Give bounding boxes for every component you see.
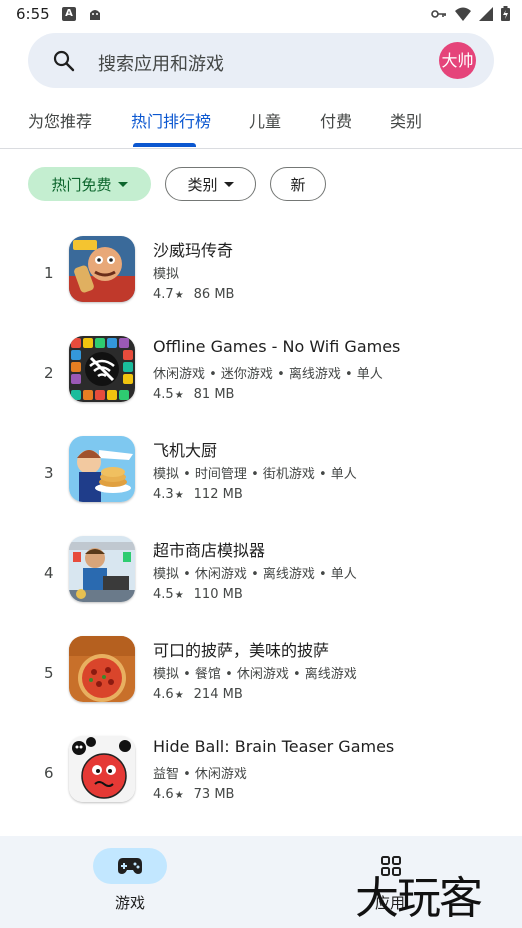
chip-top-free[interactable]: 热门免费 bbox=[28, 167, 151, 201]
rating-value: 4.5 bbox=[153, 387, 174, 402]
list-item[interactable]: 3 飞机大厨 模拟 • 时间管理 • 街机游戏 • 单人 4.3★ 112 MB bbox=[0, 436, 522, 536]
chevron-down-icon bbox=[117, 181, 128, 187]
status-time: 6:55 bbox=[16, 5, 50, 23]
app-categories: 模拟 • 餐馆 • 休闲游戏 • 离线游戏 bbox=[153, 667, 357, 682]
tab-recommended[interactable]: 为您推荐 bbox=[28, 108, 92, 132]
star-icon: ★ bbox=[174, 490, 184, 501]
nav-games-button[interactable] bbox=[93, 848, 167, 884]
airplane-chef-icon bbox=[69, 436, 135, 502]
app-title: Hide Ball: Brain Teaser Games bbox=[153, 737, 395, 756]
watermark-logo: 大玩客 bbox=[355, 873, 483, 924]
rating-value: 4.5 bbox=[153, 587, 174, 602]
chip-category-label: 类别 bbox=[187, 175, 218, 194]
star-icon: ★ bbox=[174, 690, 184, 701]
app-meta: 4.6★ 214 MB bbox=[153, 687, 243, 702]
rating-value: 4.6 bbox=[153, 687, 174, 702]
offline-games-icon bbox=[69, 336, 135, 402]
star-icon: ★ bbox=[174, 390, 184, 401]
rating-value: 4.3 bbox=[153, 487, 174, 502]
tab-kids[interactable]: 儿童 bbox=[249, 108, 281, 132]
app-categories: 益智 • 休闲游戏 bbox=[153, 767, 247, 782]
star-icon: ★ bbox=[174, 290, 184, 301]
list-item[interactable]: 4 超市商店模拟器 模拟 • 休闲游戏 • 离线游戏 • 单人 4.5★ 110 … bbox=[0, 536, 522, 636]
app-meta: 4.5★ 110 MB bbox=[153, 587, 243, 602]
app-title: 沙威玛传奇 bbox=[153, 241, 234, 260]
star-icon: ★ bbox=[174, 790, 184, 801]
supermarket-simulator-icon bbox=[69, 536, 135, 602]
list-item[interactable]: 2 Offline Games - No Wifi Games 休闲游戏 • 迷… bbox=[0, 336, 522, 436]
rank-number: 5 bbox=[44, 664, 54, 682]
rank-number: 3 bbox=[44, 464, 54, 482]
chip-top-free-label: 热门免费 bbox=[51, 175, 112, 194]
tab-categories[interactable]: 类别 bbox=[390, 108, 422, 132]
app-title: Offline Games - No Wifi Games bbox=[153, 337, 401, 356]
status-icons bbox=[431, 6, 510, 21]
avatar[interactable]: 大帅 bbox=[439, 42, 476, 79]
app-title: 可口的披萨，美味的披萨 bbox=[153, 641, 330, 660]
app-meta: 4.6★ 73 MB bbox=[153, 787, 234, 802]
app-categories: 休闲游戏 • 迷你游戏 • 离线游戏 • 单人 bbox=[153, 367, 383, 382]
rank-number: 1 bbox=[44, 264, 54, 282]
notification-a-icon: A bbox=[62, 7, 76, 21]
rating-value: 4.7 bbox=[153, 287, 174, 302]
hide-ball-icon bbox=[69, 736, 135, 802]
list-item[interactable]: 5 可口的披萨，美味的披萨 模拟 • 餐馆 • 休闲游戏 • 离线游戏 4.6★… bbox=[0, 636, 522, 736]
active-tab-indicator bbox=[133, 143, 196, 147]
rank-number: 4 bbox=[44, 564, 54, 582]
list-item[interactable]: 6 Hide Ball: Brain Teaser Games 益智 • 休闲游… bbox=[0, 736, 522, 836]
app-meta: 4.7★ 86 MB bbox=[153, 287, 234, 302]
battery-icon bbox=[501, 6, 510, 21]
app-size: 214 MB bbox=[193, 687, 243, 702]
app-categories: 模拟 • 时间管理 • 街机游戏 • 单人 bbox=[153, 467, 357, 482]
rank-number: 2 bbox=[44, 364, 54, 382]
chip-new-label: 新 bbox=[290, 175, 306, 194]
search-placeholder[interactable]: 搜索应用和游戏 bbox=[98, 50, 224, 76]
app-title: 飞机大厨 bbox=[153, 441, 218, 460]
rank-number: 6 bbox=[44, 764, 54, 782]
search-bar[interactable]: 搜索应用和游戏 大帅 bbox=[28, 33, 494, 88]
star-icon: ★ bbox=[174, 590, 184, 601]
gamepad-icon bbox=[118, 858, 142, 874]
chevron-down-icon bbox=[223, 181, 234, 187]
chip-category[interactable]: 类别 bbox=[165, 167, 256, 201]
app-size: 112 MB bbox=[193, 487, 243, 502]
tab-paid[interactable]: 付费 bbox=[320, 108, 352, 132]
chip-new[interactable]: 新 bbox=[270, 167, 326, 201]
android-icon bbox=[90, 10, 100, 20]
app-size: 110 MB bbox=[193, 587, 243, 602]
app-size: 81 MB bbox=[193, 387, 235, 402]
list-item[interactable]: 1 沙威玛传奇 模拟 4.7★ 86 MB bbox=[0, 236, 522, 336]
signal-icon bbox=[479, 6, 493, 21]
wifi-icon bbox=[455, 7, 471, 21]
nav-games-label[interactable]: 游戏 bbox=[115, 892, 145, 913]
app-size: 86 MB bbox=[193, 287, 235, 302]
pizza-icon bbox=[69, 636, 135, 702]
rating-value: 4.6 bbox=[153, 787, 174, 802]
app-categories: 模拟 • 休闲游戏 • 离线游戏 • 单人 bbox=[153, 567, 357, 582]
app-meta: 4.5★ 81 MB bbox=[153, 387, 234, 402]
app-title: 超市商店模拟器 bbox=[153, 541, 266, 560]
app-meta: 4.3★ 112 MB bbox=[153, 487, 243, 502]
vpn-key-icon bbox=[431, 9, 446, 18]
tab-top-charts[interactable]: 热门排行榜 bbox=[131, 108, 211, 132]
status-bar: 6:55 A bbox=[0, 0, 522, 30]
shawarma-legend-icon bbox=[69, 236, 135, 302]
top-tabs: 为您推荐 热门排行榜 儿童 付费 类别 bbox=[0, 100, 522, 149]
search-icon bbox=[53, 50, 75, 72]
app-size: 73 MB bbox=[193, 787, 235, 802]
app-categories: 模拟 bbox=[153, 267, 180, 282]
